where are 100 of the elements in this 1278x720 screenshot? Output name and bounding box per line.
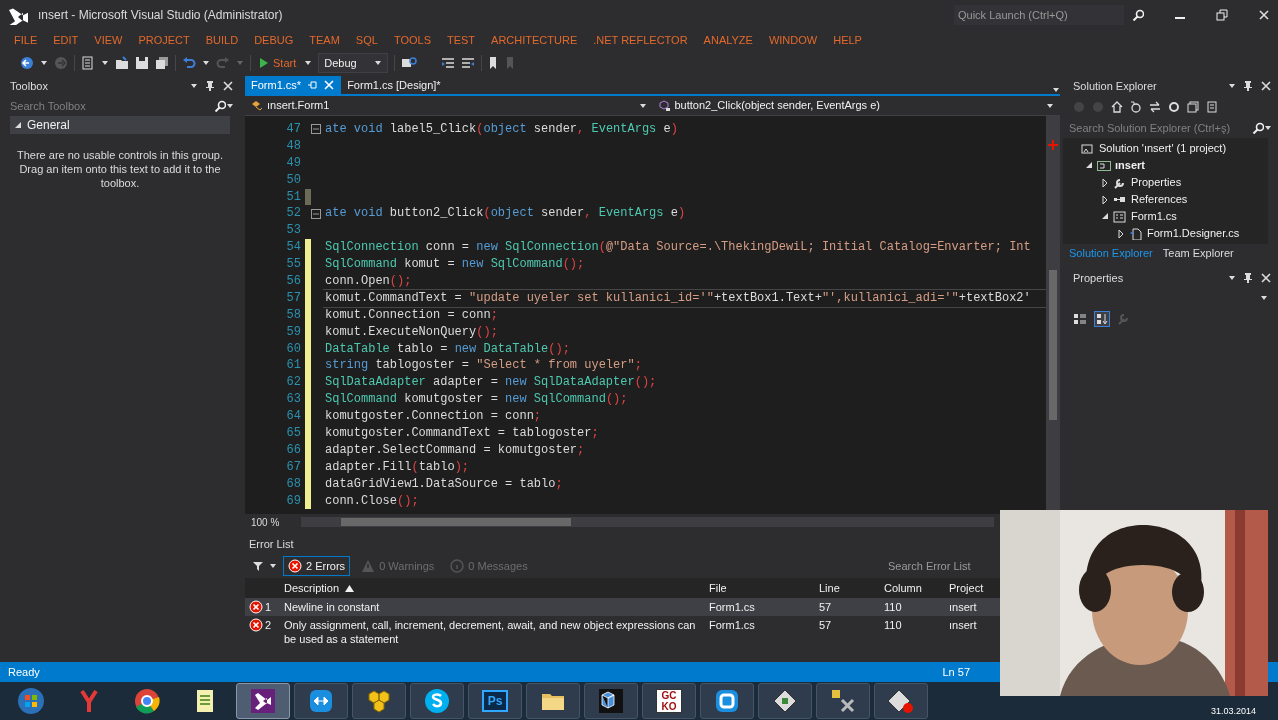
caret-icon[interactable] [1228,274,1236,282]
filter-icon[interactable] [253,561,263,571]
group-header[interactable]: General [10,116,230,134]
taskbar-button[interactable] [526,683,580,719]
undo-icon[interactable] [182,56,196,70]
start-button[interactable]: Start [257,54,299,72]
collapse-icon[interactable] [311,208,321,219]
menu-item[interactable]: TEAM [301,31,348,49]
taskbar-button[interactable] [758,683,812,719]
caret-icon[interactable] [190,82,198,90]
open-file-icon[interactable] [115,56,129,70]
restore-icon[interactable] [1216,9,1228,21]
pin-icon[interactable] [1242,272,1254,284]
column-header[interactable]: File [705,578,815,598]
tree-item[interactable]: Form1.Designer.cs [1063,225,1268,242]
menu-item[interactable]: EDIT [45,31,87,49]
code-line: DataTable tablo = new DataTable(); [324,340,571,358]
menu-item[interactable]: ARCHITECTURE [483,31,586,49]
caret-icon[interactable] [101,59,109,67]
taskbar-button[interactable] [410,683,464,719]
menu-item[interactable]: BUILD [197,31,247,49]
sync-icon[interactable] [1149,101,1161,113]
taskbar-button[interactable] [584,683,638,719]
menu-item[interactable]: WINDOW [760,31,826,49]
warning-icon [361,559,376,573]
outdent-icon[interactable] [461,56,476,70]
caret-icon[interactable] [269,562,277,570]
taskbar-button[interactable] [294,683,348,719]
indent-icon[interactable] [441,56,456,70]
zoom-level[interactable]: 100 % [251,514,295,530]
menu-item[interactable]: VIEW [86,31,131,49]
column-header[interactable]: Line [815,578,880,598]
collapse-all-icon[interactable] [1187,101,1199,113]
tree-item[interactable]: Form1.cs [1063,208,1268,225]
taskbar-button[interactable] [352,683,406,719]
scrollbar-thumb[interactable] [341,518,571,526]
home-icon[interactable] [1111,101,1123,113]
type-dropdown[interactable]: ınsert.Form1 [245,96,653,115]
menu-item[interactable]: .NET REFLECTOR [585,31,696,49]
quick-launch-field[interactable]: Quick Launch (Ctrl+Q) [954,4,1124,26]
search-icon[interactable] [1132,9,1144,21]
close-icon[interactable] [1260,80,1272,92]
column-header[interactable]: Column [880,578,945,598]
find-icon[interactable] [401,56,420,70]
caret-icon[interactable] [202,59,210,67]
menu-item[interactable]: PROJECT [130,31,198,49]
pin-icon[interactable] [1242,80,1254,92]
search-field[interactable]: Search Toolbox [10,97,214,115]
menu-item[interactable]: DEBUG [246,31,302,49]
line-number: 65 [285,425,302,442]
document-tab[interactable]: Form1.cs* [245,76,342,94]
csharp-project-icon [1097,159,1111,172]
pin-icon[interactable] [204,80,216,92]
alphabetical-icon[interactable] [1094,311,1110,327]
search-field[interactable]: Search Solution Explorer (Ctrl+ş) [1069,119,1252,137]
save-icon[interactable] [135,56,149,70]
panel-tab[interactable]: Solution Explorer [1069,244,1153,262]
caret-icon[interactable] [304,59,313,67]
caret-icon [226,102,234,110]
panel-tab[interactable]: Team Explorer [1162,244,1234,262]
horizontal-scrollbar[interactable] [301,517,994,527]
refresh-icon[interactable] [1168,101,1180,113]
close-icon[interactable] [222,80,234,92]
column-header[interactable]: Project [945,578,1000,598]
scrollbar-thumb[interactable] [1049,270,1057,420]
configuration-dropdown[interactable]: Debug [318,53,389,73]
menu-item[interactable]: HELP [825,31,870,49]
tree-item[interactable]: Properties [1063,174,1268,191]
save-all-icon[interactable] [155,56,169,70]
collapse-icon[interactable] [311,124,321,135]
caret-icon[interactable] [1228,82,1236,90]
taskbar-button[interactable] [236,683,290,719]
panel-title: Solution Explorer [1073,78,1157,94]
document-tab[interactable]: Form1.cs [Design]* [341,76,447,94]
categorized-icon[interactable] [1073,312,1087,326]
member-dropdown[interactable]: button2_Click(object sender, EventArgs e) [652,96,1060,115]
taskbar-button[interactable] [700,683,754,719]
close-icon[interactable] [1260,272,1272,284]
back-icon[interactable] [20,56,34,70]
menu-item[interactable]: FILE [6,31,46,49]
tree-item[interactable]: ınsert [1063,157,1268,174]
menu-item[interactable]: TEST [438,31,484,49]
column-header[interactable]: Description [280,578,705,598]
menu-item[interactable]: SQL [347,31,386,49]
tree-item[interactable]: References [1063,191,1268,208]
show-files-icon[interactable] [1206,101,1218,113]
bookmark-icon[interactable] [488,56,499,70]
taskbar-button[interactable] [874,683,928,719]
tree-item[interactable]: Solution 'ınsert' (1 project) [1063,140,1268,157]
line-number: 50 [285,171,302,189]
taskbar-button[interactable] [816,683,870,719]
history-icon[interactable] [1130,101,1142,113]
filter-toggle[interactable]: 2 Errors [283,555,351,577]
menu-item[interactable]: TOOLS [385,31,439,49]
taskbar-button[interactable]: Ps [468,683,522,719]
new-project-icon[interactable] [81,56,95,70]
caret-icon[interactable] [40,59,48,67]
menu-item[interactable]: ANALYZE [695,31,761,49]
taskbar-button[interactable]: GC KO [642,683,696,719]
close-icon[interactable] [1258,9,1270,21]
